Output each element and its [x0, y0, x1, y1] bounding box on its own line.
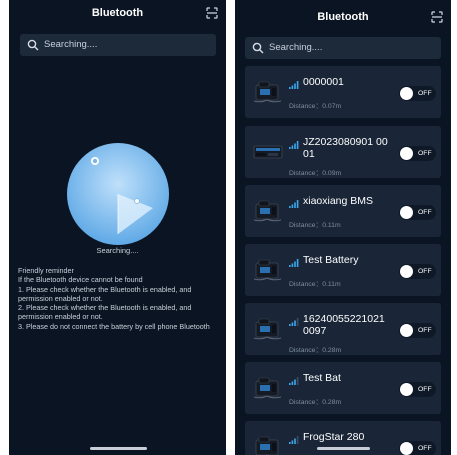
header: Bluetooth — [9, 0, 226, 30]
device-name: 16240055221021 0097 — [303, 313, 385, 337]
battery-device-icon — [253, 81, 282, 103]
left-screen: Bluetooth Searching.... Searching.... Fr… — [9, 0, 226, 455]
radar-icon — [67, 143, 169, 245]
toggle-label: OFF — [418, 209, 432, 216]
device-distance: Distance：0.07m — [289, 103, 342, 110]
device-card[interactable]: Test Bat Distance：0.28m OFF — [245, 362, 441, 414]
signal-strength-icon — [289, 436, 299, 444]
device-card[interactable]: xiaoxiang BMS Distance：0.11m OFF — [245, 185, 441, 237]
connect-toggle[interactable]: OFF — [399, 382, 436, 397]
search-placeholder: Searching.... — [44, 39, 98, 50]
device-distance: Distance：0.11m — [289, 222, 341, 229]
toggle-knob — [400, 383, 413, 396]
header: Bluetooth — [235, 0, 451, 30]
reminder-line: 1. Please check whether the Bluetooth is… — [18, 284, 192, 303]
device-name: xiaoxiang BMS — [303, 195, 374, 207]
signal-strength-icon — [289, 377, 299, 385]
reminder-line: 3. Please do not connect the battery by … — [18, 321, 210, 331]
toggle-knob — [400, 442, 413, 455]
home-indicator[interactable] — [317, 447, 370, 450]
reminder-heading: Friendly reminder — [18, 266, 74, 275]
toggle-knob — [400, 87, 413, 100]
battery-device-icon — [253, 318, 282, 340]
battery-device-icon — [253, 377, 282, 399]
reminder-line: If the Bluetooth device cannot be found — [18, 275, 143, 285]
device-name: Test Battery — [303, 254, 359, 266]
search-bar[interactable]: Searching.... — [20, 34, 216, 56]
connect-toggle[interactable]: OFF — [399, 264, 436, 279]
toggle-label: OFF — [418, 90, 432, 97]
connect-toggle[interactable]: OFF — [399, 441, 436, 455]
device-card[interactable]: Test Battery Distance：0.11m OFF — [245, 244, 441, 296]
device-name: FrogStar 280 — [303, 431, 365, 443]
device-card[interactable]: 0000001 Distance：0.07m OFF — [245, 66, 441, 118]
reminder-line: 2. Please check whether the Bluetooth is… — [18, 303, 192, 322]
friendly-reminder: Friendly reminder If the Bluetooth devic… — [18, 266, 223, 331]
page-title: Bluetooth — [317, 11, 369, 23]
device-name: 0000001 — [303, 76, 344, 88]
battery-device-icon — [253, 259, 282, 281]
device-name: JZ2023080901 00 01 — [303, 136, 388, 160]
battery-device-icon — [253, 145, 283, 159]
connect-toggle[interactable]: OFF — [399, 86, 436, 101]
connect-toggle[interactable]: OFF — [399, 205, 436, 220]
scan-icon[interactable] — [431, 11, 443, 23]
search-icon — [252, 42, 264, 54]
page-title: Bluetooth — [91, 7, 144, 19]
toggle-knob — [400, 265, 413, 278]
battery-device-icon — [253, 200, 282, 222]
signal-strength-icon — [289, 81, 299, 89]
signal-strength-icon — [289, 141, 299, 149]
signal-strength-icon — [289, 318, 299, 326]
toggle-knob — [400, 206, 413, 219]
signal-strength-icon — [289, 259, 299, 267]
connect-toggle[interactable]: OFF — [399, 323, 436, 338]
device-distance: Distance：0.28m — [289, 347, 342, 354]
home-indicator[interactable] — [90, 447, 147, 450]
toggle-knob — [400, 324, 413, 337]
right-screen: Bluetooth Searching.... 0000001 Distance… — [235, 0, 451, 455]
device-distance: Distance：0.09m — [289, 170, 342, 177]
toggle-label: OFF — [418, 386, 432, 393]
search-icon — [27, 39, 39, 51]
toggle-label: OFF — [418, 327, 432, 334]
connect-toggle[interactable]: OFF — [399, 146, 436, 161]
battery-device-icon — [253, 436, 282, 455]
toggle-label: OFF — [418, 150, 432, 157]
device-distance: Distance：0.28m — [289, 399, 342, 406]
toggle-label: OFF — [418, 445, 432, 452]
toggle-knob — [400, 147, 413, 160]
signal-strength-icon — [289, 200, 299, 208]
searching-status: Searching.... — [96, 246, 139, 255]
search-bar[interactable]: Searching.... — [245, 37, 441, 59]
toggle-label: OFF — [418, 268, 432, 275]
device-card[interactable]: 16240055221021 0097 Distance：0.28m OFF — [245, 303, 441, 355]
device-name: Test Bat — [303, 372, 341, 384]
device-card[interactable]: JZ2023080901 00 01 Distance：0.09m OFF — [245, 126, 441, 178]
device-distance: Distance：0.11m — [289, 281, 341, 288]
search-placeholder: Searching.... — [269, 42, 323, 53]
scan-icon[interactable] — [206, 7, 218, 19]
